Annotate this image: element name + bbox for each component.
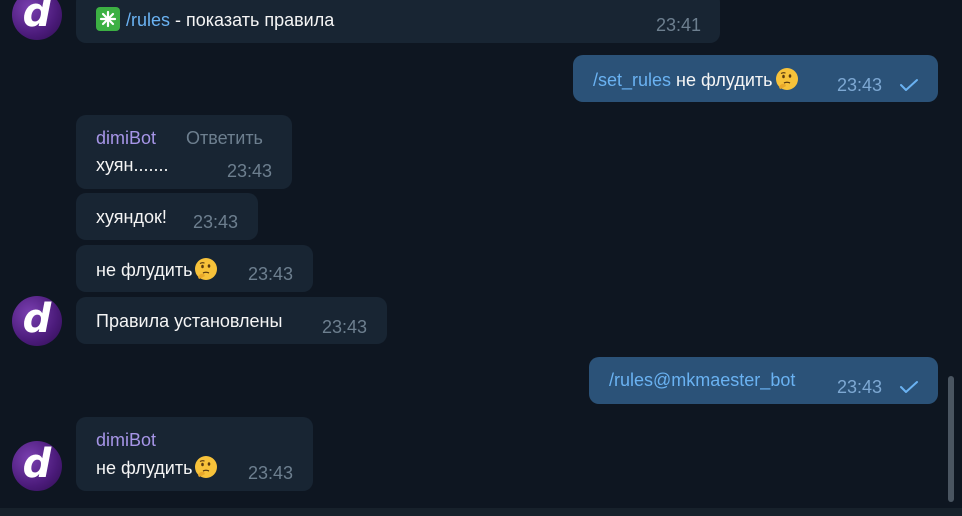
message-text: не флудить	[96, 257, 218, 281]
command-link[interactable]: /set_rules	[593, 70, 671, 90]
message-time: 23:43	[248, 463, 294, 483]
message-time: 23:43	[248, 264, 294, 284]
message-bubble[interactable]: хуяндок! 23:43	[76, 193, 258, 240]
thinking-face-icon	[775, 67, 799, 91]
message-time: 23:43	[837, 377, 883, 397]
command-link[interactable]: /rules@mkmaester_bot	[609, 369, 795, 391]
avatar-letter: d	[22, 0, 52, 36]
message-bubble-outgoing[interactable]: /set_rules не флудить 23:43	[573, 55, 938, 102]
message-body: не флудить	[96, 260, 193, 280]
single-check-icon	[900, 381, 918, 393]
message-text: Правила установлены	[96, 311, 283, 331]
message-time: 23:43	[837, 75, 883, 95]
composer-edge	[0, 508, 962, 516]
message-text: /rules - показать правила	[96, 7, 334, 31]
message-text: не флудить	[96, 455, 218, 479]
bot-avatar[interactable]: d	[12, 0, 62, 40]
message-text: хуян.......	[96, 155, 169, 175]
single-check-icon	[900, 79, 918, 91]
message-time: 23:43	[227, 161, 273, 181]
avatar-letter: d	[22, 441, 52, 487]
message-bubble[interactable]: Правила установлены 23:43	[76, 297, 387, 344]
command-description: - показать правила	[170, 10, 335, 30]
message-time: 23:41	[656, 15, 702, 35]
bot-avatar[interactable]: d	[12, 441, 62, 491]
message-author[interactable]: dimiBot	[96, 429, 156, 451]
eight-spoked-asterisk-icon	[96, 7, 120, 31]
message-time: 23:43	[193, 212, 239, 232]
message-body: не флудить	[671, 70, 773, 90]
message-author[interactable]: dimiBot	[96, 127, 156, 149]
message-body: не флудить	[96, 458, 193, 478]
message-bubble-outgoing[interactable]: /rules@mkmaester_bot 23:43	[589, 357, 938, 404]
reply-button[interactable]: Ответить	[186, 127, 263, 149]
command-link[interactable]: /rules	[126, 10, 170, 30]
message-bubble[interactable]: dimiBot Ответить хуян....... 23:43	[76, 115, 292, 189]
avatar-letter: d	[22, 296, 52, 342]
chat-scrollbar[interactable]	[948, 376, 954, 502]
message-bubble[interactable]: не флудить 23:43	[76, 245, 313, 292]
message-bubble[interactable]: dimiBot не флудить 23:43	[76, 417, 313, 491]
thinking-face-icon	[194, 257, 218, 281]
message-bubble[interactable]: /rules - показать правила 23:41	[76, 0, 720, 43]
bot-avatar[interactable]: d	[12, 296, 62, 346]
message-time: 23:43	[322, 317, 368, 337]
thinking-face-icon	[194, 455, 218, 479]
message-text: хуяндок!	[96, 207, 167, 227]
chat-history: d /rules - показать правила 23:41 /set_r…	[0, 0, 962, 516]
message-text: /set_rules не флудить	[593, 67, 799, 91]
